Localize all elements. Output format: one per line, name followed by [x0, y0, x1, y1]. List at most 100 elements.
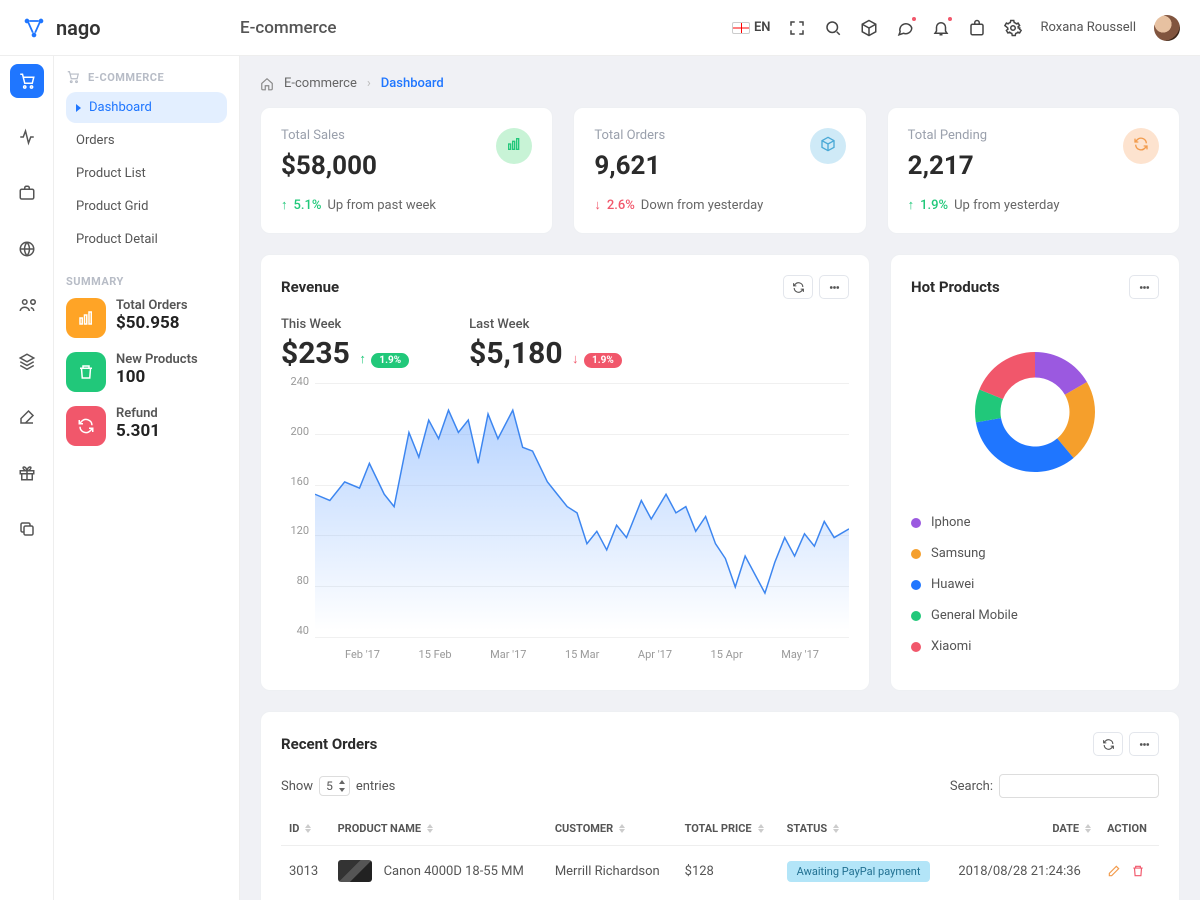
home-icon[interactable] [260, 77, 274, 91]
rail-gift-icon[interactable] [10, 456, 44, 490]
orders-search-input[interactable] [999, 774, 1159, 798]
avatar[interactable] [1154, 15, 1180, 41]
rail-copy-icon[interactable] [10, 512, 44, 546]
refresh-button[interactable] [1093, 732, 1123, 756]
hot-products-card: Hot Products Iphone Samsung Huawei General … [890, 254, 1180, 691]
sidebar: E-COMMERCE Dashboard Orders Product List… [54, 56, 240, 900]
revenue-title: Revenue [281, 278, 339, 296]
settings-icon[interactable] [1004, 19, 1022, 37]
arrow-down-icon: ↓ [572, 352, 579, 367]
column-header[interactable]: ID [281, 812, 330, 846]
column-header[interactable]: PRODUCT NAME [330, 812, 547, 846]
product-thumbnail [338, 860, 372, 882]
stat-card: Total Sales$58,000↑5.1%Up from past week [260, 107, 553, 234]
legend-item: General Mobile [911, 608, 1159, 623]
more-button[interactable] [819, 275, 849, 299]
column-header[interactable]: CUSTOMER [547, 812, 677, 846]
stat-card: Total Pending2,217↑1.9%Up from yesterday [887, 107, 1180, 234]
more-button[interactable] [1129, 732, 1159, 756]
legend-item: Huawei [911, 577, 1159, 592]
messages-indicator [910, 15, 918, 23]
legend-dot-icon [911, 518, 921, 528]
sidebar-summary-heading: SUMMARY [66, 275, 227, 288]
summary-icon [66, 352, 106, 392]
sort-icon [758, 824, 764, 833]
rail-users-icon[interactable] [10, 288, 44, 322]
sort-icon [305, 824, 311, 833]
summary-item: Total Orders$50.958 [66, 298, 227, 338]
sidebar-item-product-detail[interactable]: Product Detail [66, 224, 227, 255]
breadcrumb-current: Dashboard [381, 76, 444, 91]
recent-orders-card: Recent Orders Show 5 entries Search: [260, 711, 1180, 900]
breadcrumb: E-commerce › Dashboard [260, 76, 1180, 91]
legend-item: Iphone [911, 515, 1159, 530]
legend-item: Xiaomi [911, 639, 1159, 654]
stat-icon [810, 128, 846, 164]
delete-icon[interactable] [1131, 864, 1145, 878]
bag-icon[interactable] [968, 19, 986, 37]
notifications-icon[interactable] [932, 19, 950, 37]
refresh-button[interactable] [783, 275, 813, 299]
notifications-indicator [946, 15, 954, 23]
rail-activity-icon[interactable] [10, 120, 44, 154]
icon-rail [0, 56, 54, 900]
breadcrumb-parent[interactable]: E-commerce [284, 76, 357, 91]
per-page-select[interactable]: 5 [319, 776, 350, 796]
fullscreen-icon[interactable] [788, 19, 806, 37]
stat-icon [496, 128, 532, 164]
user-name[interactable]: Roxana Roussell [1040, 20, 1136, 35]
arrow-up-icon: ↑ [281, 197, 288, 213]
arrow-up-icon: ↑ [908, 197, 915, 213]
rail-globe-icon[interactable] [10, 232, 44, 266]
legend-dot-icon [911, 642, 921, 652]
hot-products-title: Hot Products [911, 278, 1000, 296]
column-header[interactable]: ACTION [1099, 812, 1159, 846]
edit-icon[interactable] [1107, 864, 1121, 878]
page-title: E-commerce [240, 18, 336, 38]
sort-icon [619, 824, 625, 833]
language-switcher[interactable]: EN [732, 20, 770, 36]
rail-cart-icon[interactable] [10, 64, 44, 98]
sidebar-heading: E-COMMERCE [66, 70, 227, 84]
revenue-chart: 2402001601208040 Feb '1715 FebMar '1715 … [281, 375, 849, 665]
chevron-right-icon: › [367, 76, 371, 91]
caret-right-icon [76, 104, 81, 112]
logo-icon [20, 14, 48, 42]
column-header[interactable]: TOTAL PRICE [677, 812, 779, 846]
arrow-up-icon: ↑ [359, 352, 366, 367]
revenue-this-week: This Week $235 ↑ 1.9% [281, 317, 409, 371]
sort-icon [1085, 824, 1091, 833]
more-button[interactable] [1129, 275, 1159, 299]
package-icon[interactable] [860, 19, 878, 37]
cart-icon [66, 70, 80, 84]
status-badge: Awaiting PayPal payment [787, 861, 931, 882]
sidebar-item-product-list[interactable]: Product List [66, 158, 227, 189]
table-row: 3013 Canon 4000D 18-55 MM Merrill Richar… [281, 846, 1159, 897]
summary-item: New Products100 [66, 352, 227, 392]
donut-chart [960, 337, 1110, 487]
sidebar-item-dashboard[interactable]: Dashboard [66, 92, 227, 123]
sort-icon [427, 824, 433, 833]
rail-edit-icon[interactable] [10, 400, 44, 434]
column-header[interactable]: DATE [950, 812, 1099, 846]
summary-icon [66, 298, 106, 338]
topbar: nago E-commerce EN Roxana Roussell [0, 0, 1200, 56]
brand-logo[interactable]: nago [20, 14, 240, 42]
summary-icon [66, 406, 106, 446]
revenue-card: Revenue This Week $235 ↑ 1.9% Last Week [260, 254, 870, 691]
rail-layers-icon[interactable] [10, 344, 44, 378]
sidebar-item-product-grid[interactable]: Product Grid [66, 191, 227, 222]
legend-dot-icon [911, 580, 921, 590]
rail-briefcase-icon[interactable] [10, 176, 44, 210]
legend-dot-icon [911, 611, 921, 621]
legend-item: Samsung [911, 546, 1159, 561]
recent-orders-title: Recent Orders [281, 735, 377, 753]
messages-icon[interactable] [896, 19, 914, 37]
sidebar-item-orders[interactable]: Orders [66, 125, 227, 156]
search-icon[interactable] [824, 19, 842, 37]
column-header[interactable]: STATUS [779, 812, 951, 846]
arrow-down-icon: ↓ [594, 197, 601, 213]
stat-icon [1123, 128, 1159, 164]
summary-item: Refund5.301 [66, 406, 227, 446]
brand-name: nago [56, 16, 101, 40]
